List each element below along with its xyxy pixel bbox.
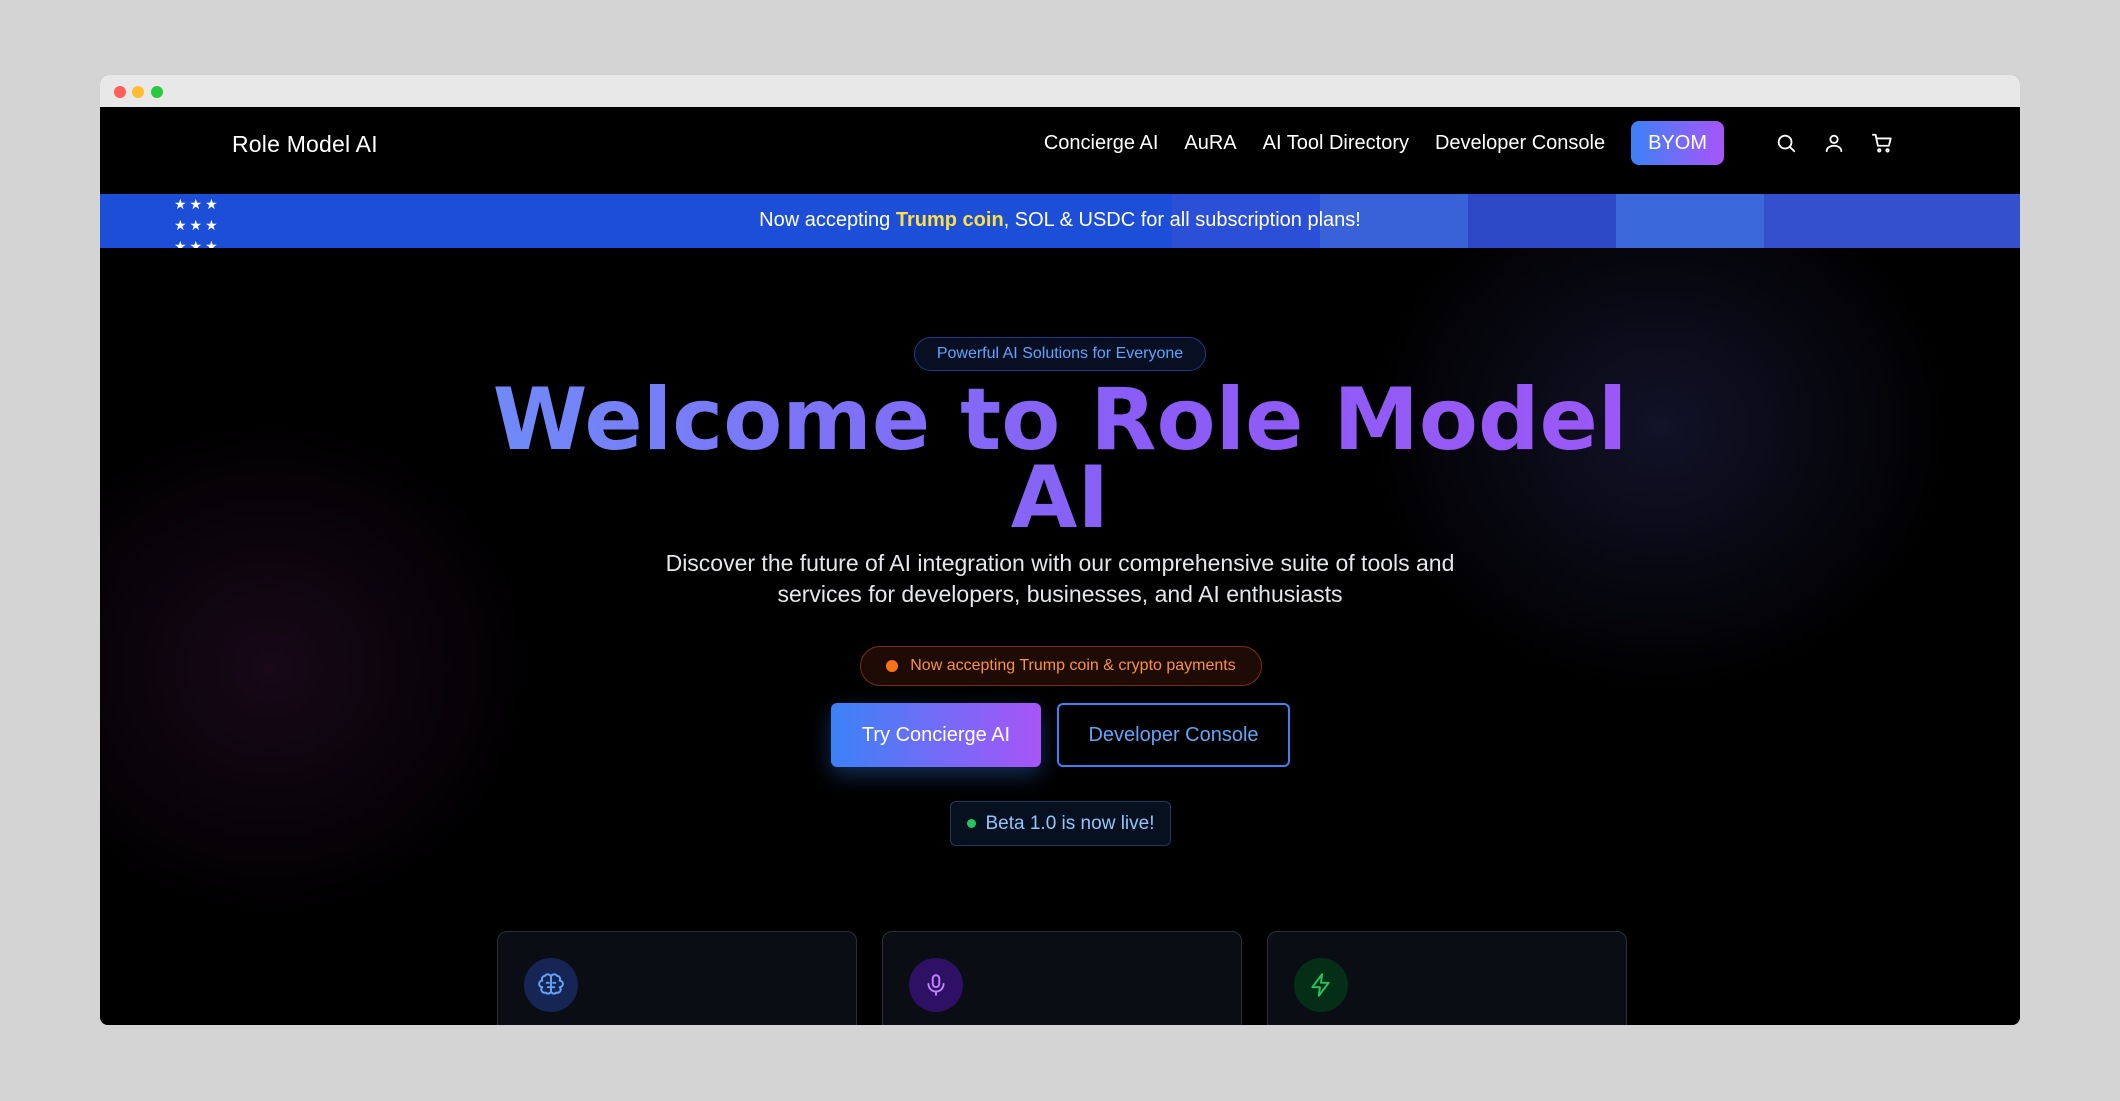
crypto-payments-badge: Now accepting Trump coin & crypto paymen… <box>860 646 1262 686</box>
nav-links: Concierge AI AuRA AI Tool Directory Deve… <box>1044 121 1894 165</box>
minimize-window-button[interactable] <box>132 86 144 98</box>
status-dot-icon <box>886 660 899 672</box>
lightning-icon <box>1294 958 1348 1012</box>
nav-link-ai-tool-directory[interactable]: AI Tool Directory <box>1263 132 1409 155</box>
banner-highlight: Trump coin <box>895 209 1004 231</box>
hero-section: Powerful AI Solutions for Everyone Welco… <box>100 248 2020 1025</box>
developer-console-button[interactable]: Developer Console <box>1057 703 1290 767</box>
beta-badge: Beta 1.0 is now live! <box>950 801 1171 846</box>
live-dot-icon <box>966 819 976 828</box>
brand-logo[interactable]: Role Model AI <box>232 131 378 158</box>
brain-icon <box>524 958 578 1012</box>
tagline-pill: Powerful AI Solutions for Everyone <box>914 337 1206 371</box>
banner-text: Now accepting Trump coin, SOL & USDC for… <box>759 209 1361 231</box>
nav-link-aura[interactable]: AuRA <box>1184 132 1236 155</box>
nav-link-concierge-ai[interactable]: Concierge AI <box>1044 132 1159 155</box>
promo-banner: ★★★ ★★★ ★★★ Now accepting Trump coin, SO… <box>100 194 2020 248</box>
feature-card[interactable] <box>1267 931 1627 1025</box>
nav-link-developer-console[interactable]: Developer Console <box>1435 132 1605 155</box>
hero-subtitle: Discover the future of AI integration wi… <box>665 550 1455 607</box>
microphone-icon <box>909 958 963 1012</box>
top-nav: Role Model AI Concierge AI AuRA AI Tool … <box>100 107 2020 194</box>
feature-card[interactable] <box>497 931 857 1025</box>
cart-icon[interactable] <box>1870 131 1894 155</box>
search-icon[interactable] <box>1774 131 1798 155</box>
close-window-button[interactable] <box>114 86 126 98</box>
byom-button[interactable]: BYOM <box>1631 121 1724 165</box>
feature-card[interactable] <box>882 931 1242 1025</box>
hero-title: Welcome to Role Model AI <box>100 381 2020 537</box>
maximize-window-button[interactable] <box>151 86 163 98</box>
browser-window: Role Model AI Concierge AI AuRA AI Tool … <box>100 75 2020 1025</box>
window-chrome <box>100 75 2020 107</box>
user-icon[interactable] <box>1822 131 1846 155</box>
try-concierge-ai-button[interactable]: Try Concierge AI <box>831 703 1041 767</box>
